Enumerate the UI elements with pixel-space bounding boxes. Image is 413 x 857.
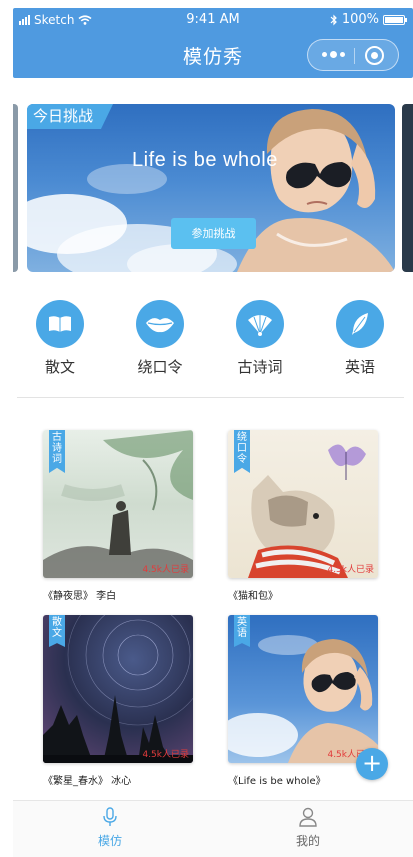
card-image-poetry: 古诗词 4.5k人已录 xyxy=(43,430,193,578)
record-count: 4.5k人已录 xyxy=(142,565,189,575)
card-caption: 《繁星_春水》 冰心 xyxy=(43,776,132,787)
card-image-portrait: 英语 4.5k人已录 xyxy=(228,615,378,763)
category-prose[interactable]: 散文 xyxy=(25,300,95,377)
tab-label: 模仿 xyxy=(97,834,122,848)
card-caption: 《猫和包》 xyxy=(228,591,278,602)
category-label: 绕口令 xyxy=(137,358,183,376)
feather-icon xyxy=(336,300,384,348)
tab-label: 我的 xyxy=(295,834,320,848)
banner-prev-slide[interactable] xyxy=(13,104,18,272)
category-tongue-twister[interactable]: 绕口令 xyxy=(125,300,195,377)
category-label: 散文 xyxy=(44,358,75,376)
section-divider xyxy=(17,397,404,398)
challenge-banner[interactable]: 今日挑战 Life is be whole 参加挑战 xyxy=(27,104,395,272)
close-miniprogram-icon[interactable] xyxy=(365,46,384,65)
record-count: 4.5k人已录 xyxy=(142,750,189,760)
bottom-tab-bar: 模仿 我的 xyxy=(13,800,413,857)
banner-headline: Life is be whole xyxy=(132,149,278,171)
battery-icon xyxy=(383,14,407,25)
category-label: 英语 xyxy=(344,358,375,376)
join-challenge-button[interactable]: 参加挑战 xyxy=(171,218,256,249)
lips-icon xyxy=(136,300,184,348)
status-bar: Sketch 9:41 AM 100% xyxy=(13,8,413,32)
today-challenge-tag: 今日挑战 xyxy=(27,104,114,129)
recording-card[interactable]: 古诗词 4.5k人已录 《静夜思》 李白 xyxy=(43,430,193,602)
card-tag: 古诗词 xyxy=(49,430,65,473)
miniprogram-capsule xyxy=(307,39,399,71)
banner-next-slide[interactable] xyxy=(402,104,413,272)
book-icon xyxy=(36,300,84,348)
card-image-star-trails: 散文 4.5k人已录 xyxy=(43,615,193,763)
user-icon xyxy=(299,807,317,827)
tab-imitate[interactable]: 模仿 xyxy=(70,807,150,849)
recording-card[interactable]: 绕口令 4.5k人已录 《猫和包》 xyxy=(228,430,378,602)
card-caption: 《静夜思》 李白 xyxy=(43,591,117,602)
card-tag: 英语 xyxy=(234,615,250,647)
card-tag: 绕口令 xyxy=(234,430,250,473)
tab-mine[interactable]: 我的 xyxy=(268,807,348,849)
card-caption: 《Life is be whole》 xyxy=(228,776,326,787)
category-english[interactable]: 英语 xyxy=(325,300,395,377)
top-navigation-bar: Sketch 9:41 AM 100% 模仿秀 xyxy=(13,8,413,78)
add-button[interactable]: + xyxy=(356,748,388,780)
record-count: 4.5k人已录 xyxy=(327,565,374,575)
category-nav: 散文 绕口令 古诗词 英语 xyxy=(13,300,413,380)
category-classical-poetry[interactable]: 古诗词 xyxy=(225,300,295,377)
recording-card[interactable]: 散文 4.5k人已录 《繁星_春水》 冰心 xyxy=(43,615,193,787)
battery-percent: 100% xyxy=(341,12,379,27)
more-icon[interactable] xyxy=(322,51,345,58)
bluetooth-icon xyxy=(330,14,337,25)
card-tag: 散文 xyxy=(49,615,65,647)
category-label: 古诗词 xyxy=(237,358,283,376)
card-image-cat: 绕口令 4.5k人已录 xyxy=(228,430,378,578)
fan-icon xyxy=(236,300,284,348)
microphone-icon xyxy=(103,807,117,826)
